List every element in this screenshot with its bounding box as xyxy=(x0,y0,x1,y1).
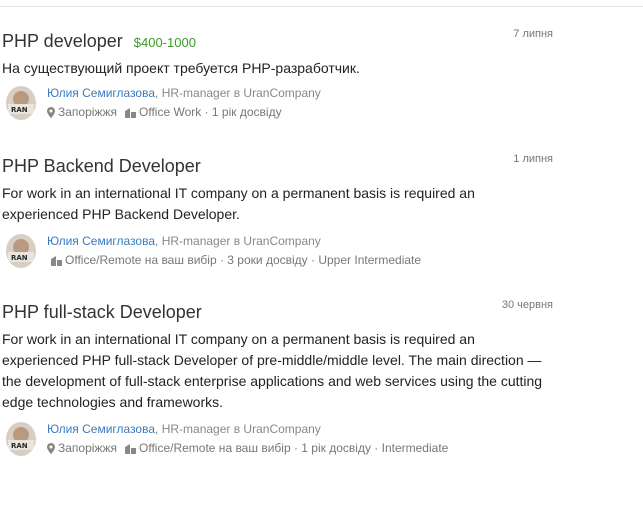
job-description: На существующий проект требуется PHP-раз… xyxy=(2,60,360,76)
job-meta: Office/Remote на ваш вибір · 3 роки досв… xyxy=(47,251,421,270)
recruiter-block: RAN Юлия Семиглазова, HR-manager в UranC… xyxy=(2,420,553,456)
svg-text:RAN: RAN xyxy=(11,442,28,450)
recruiter-block: RAN Юлия Семиглазова, HR-manager в UranC… xyxy=(2,84,553,120)
job-english-level: Intermediate xyxy=(381,441,449,455)
recruiter-role: , HR-manager в UranCompany xyxy=(155,86,321,100)
recruiter-role: , HR-manager в UranCompany xyxy=(155,422,321,436)
job-title-link[interactable]: PHP developer xyxy=(2,30,123,52)
job-experience: 3 роки досвіду xyxy=(227,253,308,267)
job-description: For work in an international IT company … xyxy=(2,331,543,410)
job-work-type: Office Work xyxy=(139,105,202,119)
job-card: 30 червня PHP full-stack Developer For w… xyxy=(2,299,553,456)
job-experience: 1 рік досвіду xyxy=(301,441,371,455)
building-icon xyxy=(125,439,136,458)
recruiter-role: , HR-manager в UranCompany xyxy=(155,234,321,248)
job-location: Запоріжжя xyxy=(58,105,117,119)
recruiter-avatar[interactable]: RAN xyxy=(6,234,36,268)
job-meta: Запоріжжя Office/Remote на ваш вибір · 1… xyxy=(47,439,448,458)
recruiter-name-link[interactable]: Юлия Семиглазова xyxy=(47,422,155,436)
job-location: Запоріжжя xyxy=(58,441,117,455)
map-marker-icon xyxy=(47,103,55,122)
meta-separator: · xyxy=(216,253,228,267)
job-meta: Запоріжжя Office Work · 1 рік досвіду xyxy=(47,103,321,122)
job-date: 30 червня xyxy=(501,299,553,311)
job-date: 1 липня xyxy=(513,153,553,165)
job-card: 7 липня PHP developer $400-1000 На сущес… xyxy=(2,28,553,120)
job-work-type: Office/Remote на ваш вибір xyxy=(139,441,291,455)
job-title-link[interactable]: PHP full-stack Developer xyxy=(2,301,202,323)
building-icon xyxy=(125,103,136,122)
svg-text:RAN: RAN xyxy=(11,254,28,262)
salary-badge: $400-1000 xyxy=(133,35,196,50)
map-marker-icon xyxy=(47,439,55,458)
job-card: 1 липня PHP Backend Developer For work i… xyxy=(2,153,553,268)
job-experience: 1 рік досвіду xyxy=(211,105,282,119)
recruiter-block: RAN Юлия Семиглазова, HR-manager в UranC… xyxy=(2,232,553,268)
job-english-level: Upper Intermediate xyxy=(318,253,422,267)
meta-separator: · xyxy=(290,441,302,455)
meta-separator: · xyxy=(370,441,382,455)
job-date: 7 липня xyxy=(513,28,553,40)
building-icon xyxy=(51,251,62,270)
recruiter-name-link[interactable]: Юлия Семиглазова xyxy=(47,86,155,100)
meta-separator: · xyxy=(201,105,212,119)
job-title-link[interactable]: PHP Backend Developer xyxy=(2,155,201,177)
job-work-type: Office/Remote на ваш вибір xyxy=(65,253,217,267)
meta-separator: · xyxy=(307,253,319,267)
svg-text:RAN: RAN xyxy=(11,106,28,114)
recruiter-avatar[interactable]: RAN xyxy=(6,86,36,120)
job-description: For work in an international IT company … xyxy=(2,185,475,222)
top-divider xyxy=(0,6,643,7)
recruiter-avatar[interactable]: RAN xyxy=(6,422,36,456)
recruiter-name-link[interactable]: Юлия Семиглазова xyxy=(47,234,155,248)
